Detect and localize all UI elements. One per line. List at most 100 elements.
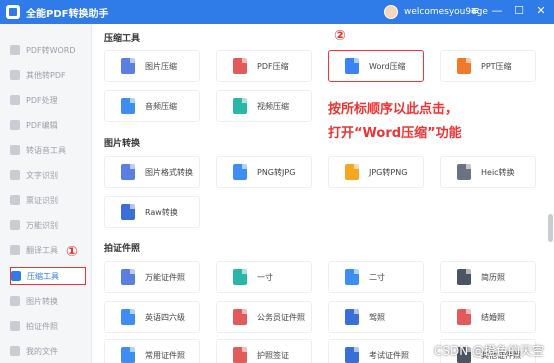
avatar[interactable]	[384, 5, 398, 19]
sidebar-item-id-photo[interactable]: 拍证件照	[10, 317, 86, 335]
app-title: 全能PDF转换助手	[26, 8, 109, 20]
tile-cet-photo[interactable]: 英语四六级	[104, 301, 200, 333]
tile-driver-license[interactable]: 驾照	[328, 301, 424, 333]
image-icon	[10, 296, 20, 306]
main-content: 压缩工具 图片压缩 PDF压缩 Word压缩 PPT压缩 音频压缩 视频压缩 图…	[92, 24, 554, 363]
tile-label: 公务员证件照	[257, 312, 305, 322]
tile-label: 简历照	[481, 272, 505, 282]
sidebar-item-compress[interactable]: 压缩工具	[10, 267, 86, 285]
tile-wedding-photo[interactable]: 结婚照	[440, 301, 536, 333]
tile-jpg-to-png[interactable]: JPG转PNG	[328, 156, 424, 188]
png-icon	[233, 164, 247, 180]
tile-label: 驾照	[369, 312, 385, 322]
image-format-icon	[121, 164, 135, 180]
sidebar-item-label: PDF处理	[26, 95, 58, 105]
tile-image-format[interactable]: 图片格式转换	[104, 156, 200, 188]
tile-one-inch[interactable]: 一寸	[216, 261, 312, 293]
menu-button[interactable]: ≡	[468, 4, 482, 18]
sidebar-item-ocr[interactable]: 文字识别	[10, 166, 86, 184]
person-icon	[233, 309, 247, 325]
sidebar-item-label: 我的文件	[26, 346, 58, 356]
audio-compress-icon	[121, 98, 135, 114]
tile-label: 二寸	[369, 272, 385, 282]
tile-common-id[interactable]: 常用证件照	[104, 339, 200, 363]
license-icon	[345, 309, 359, 325]
video-compress-icon	[233, 98, 247, 114]
tile-label: 结婚照	[481, 312, 505, 322]
sidebar-item-label: 票证识别	[26, 195, 58, 205]
person-icon	[121, 347, 135, 363]
sidebar-item-my-files[interactable]: 我的文件	[10, 342, 86, 360]
tile-ppt-compress[interactable]: PPT压缩	[440, 50, 536, 82]
raw-icon	[121, 204, 135, 220]
sidebar-item-pdf-edit[interactable]: PDF编辑	[10, 116, 86, 134]
sidebar-item-universal[interactable]: 万能识别	[10, 216, 86, 234]
tile-label: 视频压缩	[257, 101, 289, 111]
annotation-step-1: ①	[66, 244, 78, 260]
tile-label: 万能证件照	[145, 272, 185, 282]
folder-icon	[10, 346, 20, 356]
sidebar-item-label: PDF转WORD	[26, 45, 76, 55]
tile-label: PDF压缩	[257, 61, 289, 71]
sidebar-item-pdf-to-word[interactable]: PDF转WORD	[10, 41, 86, 59]
resume-icon	[457, 269, 471, 285]
scrollbar[interactable]	[548, 214, 553, 242]
tile-image-compress[interactable]: 图片压缩	[104, 50, 200, 82]
maximize-button[interactable]: ☐	[512, 4, 526, 18]
heart-icon	[457, 309, 471, 325]
person-icon	[121, 309, 135, 325]
person-icon	[345, 347, 359, 363]
edit-icon	[10, 120, 20, 130]
sidebar-item-label: 转语音工具	[26, 145, 66, 155]
tile-label: 英语四六级	[145, 312, 185, 322]
sidebar-item-to-pdf[interactable]: 其他转PDF	[10, 66, 86, 84]
instruction-line-1: 按所标顺序以此点击，	[328, 102, 459, 117]
sidebar-item-label: 文字识别	[26, 170, 58, 180]
tile-label: Raw转换	[145, 207, 178, 217]
tile-label: 护照签证	[257, 350, 289, 360]
word-compress-icon	[345, 58, 359, 74]
sidebar-item-label: 万能识别	[26, 220, 58, 230]
tile-raw-convert[interactable]: Raw转换	[104, 196, 200, 228]
heic-icon	[457, 164, 471, 180]
tile-label: PPT压缩	[481, 61, 512, 71]
tile-heic-convert[interactable]: Heic转换	[440, 156, 536, 188]
document-icon	[10, 45, 20, 55]
translate-icon	[10, 245, 20, 255]
tile-label: 图片格式转换	[145, 167, 193, 177]
sidebar-item-label: 压缩工具	[27, 271, 59, 281]
app-logo-icon	[6, 5, 20, 19]
person-icon	[345, 269, 359, 285]
compress-icon	[11, 271, 21, 281]
sidebar-item-pdf-process[interactable]: PDF处理	[10, 91, 86, 109]
sidebar-item-label: 其他转PDF	[26, 70, 66, 80]
minimize-button[interactable]: —	[490, 4, 504, 18]
instruction-line-2: 打开“Word压缩”功能	[328, 126, 462, 141]
tile-passport-visa[interactable]: 护照签证	[216, 339, 312, 363]
tile-label: Word压缩	[369, 61, 406, 71]
sidebar: PDF转WORD 其他转PDF PDF处理 PDF编辑 转语音工具 文字识别 票…	[0, 24, 92, 363]
tile-audio-compress[interactable]: 音频压缩	[104, 90, 200, 122]
tile-pdf-compress[interactable]: PDF压缩	[216, 50, 312, 82]
watermark: CSDN @橙色的天空	[433, 344, 544, 358]
annotation-step-2: ②	[334, 28, 346, 44]
tile-label: 考试证件照	[369, 350, 409, 360]
tile-exam-id[interactable]: 考试证件照	[328, 339, 424, 363]
tile-civil-servant[interactable]: 公务员证件照	[216, 301, 312, 333]
convert-icon	[10, 70, 20, 80]
tile-word-compress[interactable]: Word压缩	[328, 50, 424, 82]
image-compress-icon	[121, 58, 135, 74]
tile-resume-photo[interactable]: 简历照	[440, 261, 536, 293]
sidebar-item-voice[interactable]: 转语音工具	[10, 141, 86, 159]
close-button[interactable]: ✕	[534, 4, 548, 18]
sidebar-item-image-convert[interactable]: 图片转换	[10, 292, 86, 310]
sidebar-item-ticket[interactable]: 票证识别	[10, 191, 86, 209]
tile-universal-id[interactable]: 万能证件照	[104, 261, 200, 293]
section-title-image-convert: 图片转换	[104, 139, 141, 149]
tile-label: 一寸	[257, 272, 273, 282]
tile-two-inch[interactable]: 二寸	[328, 261, 424, 293]
person-icon	[233, 269, 247, 285]
tile-png-to-jpg[interactable]: PNG转JPG	[216, 156, 312, 188]
tile-video-compress[interactable]: 视频压缩	[216, 90, 312, 122]
section-title-compress: 压缩工具	[104, 34, 141, 44]
